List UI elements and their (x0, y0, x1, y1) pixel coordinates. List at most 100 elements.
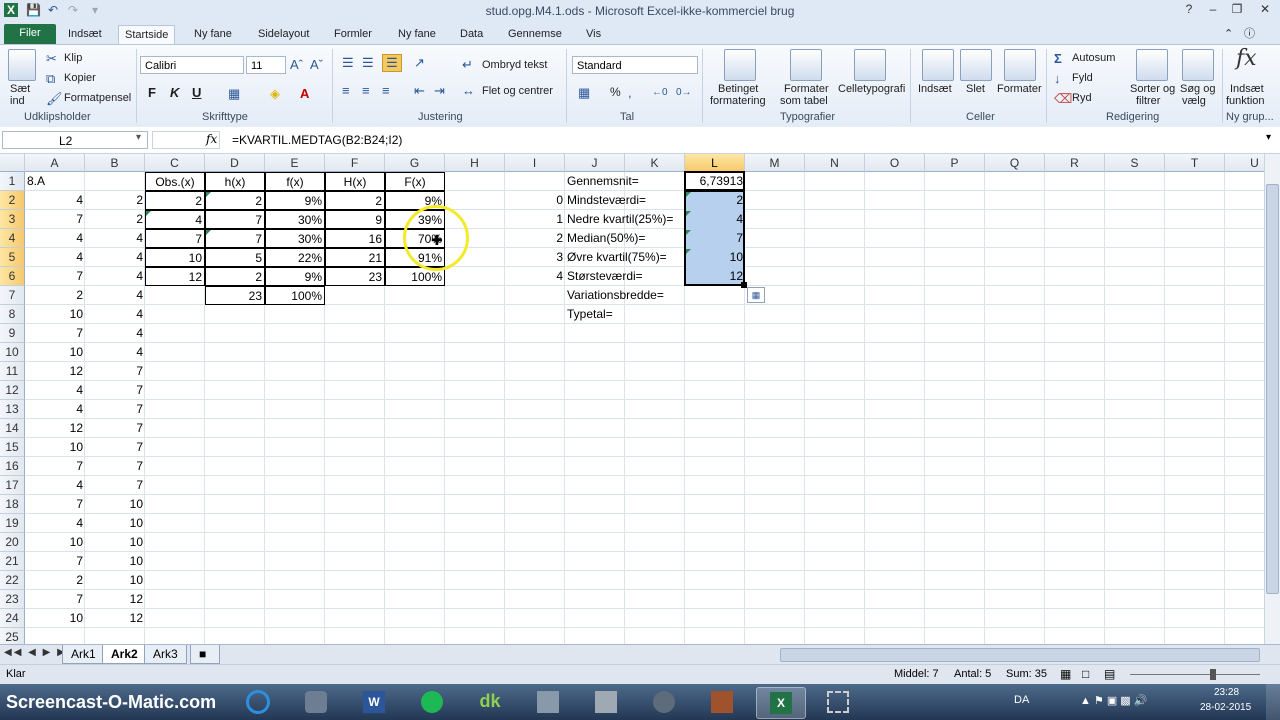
merge-center-icon[interactable]: ↔ (462, 83, 475, 99)
cell-a10[interactable]: 10 (25, 343, 85, 362)
find-select-label-1[interactable]: Søg og (1180, 83, 1215, 95)
tab-new-2[interactable]: Ny fane (392, 25, 442, 44)
cell-b25[interactable] (85, 628, 145, 644)
conditional-formatting-icon[interactable] (724, 49, 756, 81)
cell-a24[interactable]: 10 (25, 609, 85, 628)
dk-icon[interactable]: dk (466, 687, 514, 717)
cell-c6[interactable]: 12 (145, 267, 205, 286)
autosum-button[interactable]: Autosum (1072, 52, 1115, 64)
cell-f5[interactable]: 21 (325, 248, 385, 267)
wrap-text-icon[interactable]: ↵ (462, 57, 473, 73)
column-header-r[interactable]: R (1045, 154, 1105, 172)
row-header-11[interactable]: 11 (0, 362, 25, 381)
spreadsheet-grid[interactable]: A B C D E F G H I J K L M N O P Q R S T U 1 2 3 4 5 6 7 8 9 10 11 12 13 14… (0, 154, 1264, 644)
format-as-table-label-2[interactable]: som tabel (780, 95, 828, 107)
cell-b11[interactable]: 7 (85, 362, 145, 381)
word-icon[interactable]: W (350, 687, 398, 717)
language-indicator[interactable]: DA (1014, 694, 1029, 706)
tab-page-layout[interactable]: Sidelayout (252, 25, 315, 44)
cell-a16[interactable]: 7 (25, 457, 85, 476)
cell-j7[interactable]: Variationsbredde= (565, 286, 664, 305)
cell-e5[interactable]: 22% (265, 248, 325, 267)
cell-a14[interactable]: 12 (25, 419, 85, 438)
cell-a5[interactable]: 4 (25, 248, 85, 267)
row-header-2[interactable]: 2 (0, 191, 25, 210)
align-bottom-icon[interactable]: ☰ (382, 54, 402, 72)
cell-f2[interactable]: 2 (325, 191, 385, 210)
cell-b6[interactable]: 4 (85, 267, 145, 286)
column-header-g[interactable]: G (385, 154, 445, 172)
column-header-c[interactable]: C (145, 154, 205, 172)
error-indicator-icon[interactable] (686, 230, 691, 235)
number-format-select[interactable]: Standard (572, 56, 698, 74)
column-header-j[interactable]: J (565, 154, 625, 172)
close-button[interactable]: ✕ (1250, 0, 1280, 18)
cell-i4[interactable]: 2 (505, 229, 565, 248)
grow-font-icon[interactable]: Aˆ (290, 57, 303, 73)
cell-a1[interactable]: 8.A (25, 172, 85, 191)
cell-l1[interactable]: 6,73913 (685, 172, 745, 191)
cell-b7[interactable]: 4 (85, 286, 145, 305)
font-color-icon[interactable]: A (300, 86, 309, 102)
cell-c3[interactable]: 4 (145, 210, 205, 229)
cell-b13[interactable]: 7 (85, 400, 145, 419)
paste-label-2[interactable]: ind (10, 95, 25, 107)
cell-a15[interactable]: 10 (25, 438, 85, 457)
insert-function-icon[interactable]: fx (1236, 48, 1257, 70)
sort-filter-label-1[interactable]: Sorter og (1130, 83, 1175, 95)
error-indicator-icon[interactable] (686, 192, 691, 197)
column-header-h[interactable]: H (445, 154, 505, 172)
insert-function-label-2[interactable]: funktion (1226, 95, 1265, 107)
row-header-25[interactable]: 25 (0, 628, 25, 644)
app-icon-2[interactable] (582, 687, 630, 717)
delete-cells-icon[interactable] (960, 49, 992, 81)
row-header-15[interactable]: 15 (0, 438, 25, 457)
italic-button[interactable]: K (170, 85, 179, 100)
cell-a17[interactable]: 4 (25, 476, 85, 495)
page-layout-view-icon[interactable]: □ (1082, 667, 1089, 681)
cell-b14[interactable]: 7 (85, 419, 145, 438)
cell-j6[interactable]: Størsteværdi= (565, 267, 643, 286)
bold-button[interactable]: F (148, 85, 156, 100)
cell-d6[interactable]: 2 (205, 267, 265, 286)
cell-f6[interactable]: 23 (325, 267, 385, 286)
cell-i6[interactable]: 4 (505, 267, 565, 286)
cell-b23[interactable]: 12 (85, 590, 145, 609)
cell-b18[interactable]: 10 (85, 495, 145, 514)
clear-icon[interactable]: ⌫ (1054, 91, 1072, 107)
cell-a25[interactable] (25, 628, 85, 644)
cell-c1[interactable]: Obs.(x) (145, 172, 205, 191)
format-painter-icon[interactable]: 🖌 (46, 91, 63, 107)
shrink-font-icon[interactable]: Aˇ (310, 57, 323, 73)
clock-date[interactable]: 28-02-2015 (1200, 702, 1251, 713)
cell-b19[interactable]: 10 (85, 514, 145, 533)
insert-cells-button[interactable]: Indsæt (918, 83, 952, 95)
row-header-20[interactable]: 20 (0, 533, 25, 552)
vertical-scroll-thumb[interactable] (1266, 184, 1279, 594)
row-header-3[interactable]: 3 (0, 210, 25, 229)
cell-a13[interactable]: 4 (25, 400, 85, 419)
align-center-icon[interactable]: ≡ (362, 83, 370, 99)
spotify-icon[interactable] (408, 687, 456, 717)
row-header-10[interactable]: 10 (0, 343, 25, 362)
column-header-t[interactable]: T (1165, 154, 1225, 172)
minimize-button[interactable]: – (1200, 0, 1226, 18)
clear-button[interactable]: Ryd (1072, 92, 1092, 104)
tab-new-1[interactable]: Ny fane (188, 25, 238, 44)
cell-b21[interactable]: 10 (85, 552, 145, 571)
zoom-slider[interactable] (1130, 674, 1260, 675)
insert-function-label-1[interactable]: Indsæt (1230, 83, 1264, 95)
app-icon-1[interactable] (524, 687, 572, 717)
tab-review[interactable]: Gennemse (502, 25, 568, 44)
select-all-corner[interactable] (0, 154, 25, 172)
underline-button[interactable]: U (192, 85, 201, 100)
error-indicator-icon[interactable] (686, 211, 691, 216)
restore-button[interactable]: ❐ (1224, 0, 1250, 18)
cell-a20[interactable]: 10 (25, 533, 85, 552)
tab-view[interactable]: Vis (580, 25, 607, 44)
column-header-b[interactable]: B (85, 154, 145, 172)
fill-color-icon[interactable]: ◈ (270, 86, 280, 102)
cell-d4[interactable]: 7 (205, 229, 265, 248)
cell-j1[interactable]: Gennemsnit= (565, 172, 639, 191)
cell-a22[interactable]: 2 (25, 571, 85, 590)
